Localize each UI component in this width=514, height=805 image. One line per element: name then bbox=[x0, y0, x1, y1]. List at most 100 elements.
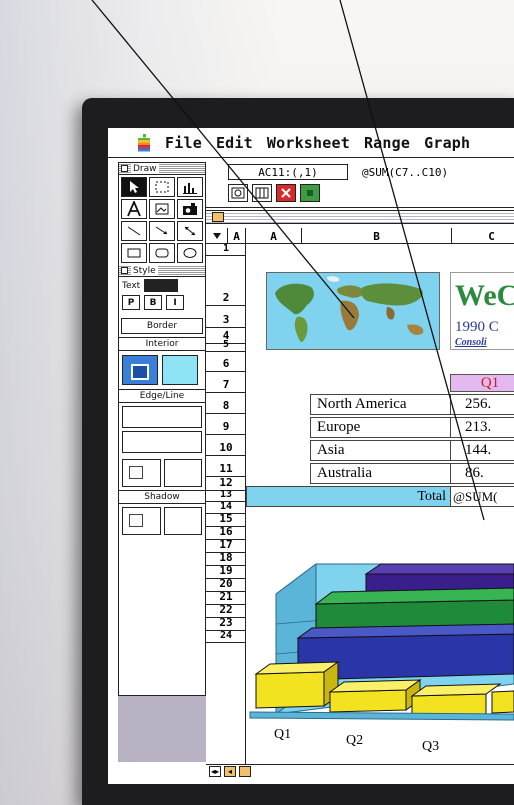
style-palette-title[interactable]: Style bbox=[119, 265, 205, 277]
desktop-area bbox=[118, 696, 206, 762]
bar-q3-yellow[interactable] bbox=[411, 693, 487, 717]
row-number[interactable]: 3 bbox=[206, 306, 246, 328]
table-row[interactable]: Asia 144. bbox=[310, 440, 514, 461]
table-row[interactable]: Australia 86. bbox=[310, 463, 514, 484]
total-formula-cell[interactable]: @SUM( bbox=[450, 486, 514, 507]
table-row[interactable]: Europe 213. bbox=[310, 417, 514, 438]
border-button[interactable]: Border bbox=[121, 318, 203, 334]
italic-button[interactable]: I bbox=[166, 295, 184, 310]
grid-icon-button[interactable] bbox=[252, 184, 272, 202]
arrow-tool[interactable] bbox=[121, 177, 147, 197]
row-number[interactable]: 7 bbox=[206, 372, 246, 393]
draw-palette-title[interactable]: Draw bbox=[119, 163, 205, 175]
shadow-pair bbox=[119, 504, 205, 538]
menu-range[interactable]: Range bbox=[357, 134, 417, 152]
interior-color-swatch[interactable] bbox=[162, 355, 198, 385]
row-number[interactable]: 2 bbox=[206, 256, 246, 306]
split-pane-icon[interactable]: ◂▸ bbox=[209, 766, 221, 777]
scroll-left-icon[interactable]: ◂ bbox=[224, 766, 236, 777]
column-header-a-narrow[interactable]: A bbox=[228, 228, 246, 244]
apple-icon[interactable] bbox=[130, 128, 158, 158]
marquee-tool[interactable] bbox=[149, 177, 175, 197]
triangle-down-icon bbox=[212, 233, 221, 239]
double-arrow-tool[interactable] bbox=[177, 221, 203, 241]
worksheet[interactable]: WeC 1990 C Consoli Q1 North America 256.… bbox=[246, 244, 514, 764]
scroll-thumb-icon[interactable] bbox=[239, 766, 251, 777]
bar-q2-yellow[interactable] bbox=[329, 689, 407, 713]
horizontal-scrollbar[interactable] bbox=[206, 210, 514, 224]
row-number[interactable]: 11 bbox=[206, 456, 246, 477]
formula-toolbar: AC11:(,1) @SUM(C7..C10) bbox=[206, 162, 514, 208]
rectangle-tool[interactable] bbox=[121, 243, 147, 263]
edge-line-swatch[interactable] bbox=[122, 406, 202, 428]
region-name[interactable]: North America bbox=[310, 394, 450, 415]
x-tick-q3: Q3 bbox=[422, 739, 439, 754]
column-corner[interactable] bbox=[206, 228, 228, 244]
line-tool[interactable] bbox=[121, 221, 147, 241]
picture-tool[interactable] bbox=[149, 199, 175, 219]
line-style-swatch[interactable] bbox=[122, 431, 202, 453]
scroll-thumb[interactable] bbox=[212, 212, 224, 222]
oval-icon bbox=[183, 248, 197, 258]
total-row[interactable]: Total @SUM( bbox=[246, 486, 514, 507]
world-map-icon bbox=[267, 273, 439, 349]
text-tool[interactable] bbox=[121, 199, 147, 219]
row-number[interactable]: 1 bbox=[206, 243, 246, 256]
shadow-pattern-icon[interactable] bbox=[122, 507, 161, 535]
tool-palette: Draw Style Text P B I Border Interior Ed… bbox=[118, 162, 206, 696]
row-number[interactable]: 8 bbox=[206, 393, 246, 414]
menu-file[interactable]: File bbox=[158, 134, 209, 152]
row-number[interactable]: 9 bbox=[206, 414, 246, 435]
column-header-c[interactable]: C bbox=[452, 228, 514, 244]
world-map-image bbox=[266, 272, 440, 350]
plain-button[interactable]: P bbox=[122, 295, 140, 310]
confirm-button[interactable] bbox=[300, 184, 320, 202]
formula-bar[interactable]: @SUM(C7..C10) bbox=[362, 164, 512, 180]
column-header-a[interactable]: A bbox=[246, 228, 302, 244]
cell-reference-box[interactable]: AC11:(,1) bbox=[228, 164, 348, 180]
text-color-swatch[interactable] bbox=[144, 279, 179, 292]
edge-pattern-icon[interactable] bbox=[122, 459, 161, 487]
camera-tool[interactable] bbox=[177, 199, 203, 219]
cancel-button[interactable] bbox=[276, 184, 296, 202]
menu-edit[interactable]: Edit bbox=[209, 134, 260, 152]
arrow-line-tool[interactable] bbox=[149, 221, 175, 241]
chart-tool[interactable] bbox=[177, 177, 203, 197]
rounded-rect-tool[interactable] bbox=[149, 243, 175, 263]
close-box-icon[interactable] bbox=[121, 165, 128, 172]
bar-q1-yellow[interactable] bbox=[255, 671, 325, 709]
row-number[interactable]: 10 bbox=[206, 435, 246, 456]
region-name[interactable]: Europe bbox=[310, 417, 450, 438]
q1-column-header[interactable]: Q1 bbox=[450, 374, 514, 392]
interior-pattern-swatch[interactable] bbox=[122, 355, 158, 385]
row-number[interactable]: 5 bbox=[206, 339, 246, 352]
title-consolidated: Consoli bbox=[455, 337, 487, 348]
row-number[interactable]: 24 bbox=[206, 630, 246, 643]
interior-label: Interior bbox=[119, 337, 205, 351]
bar-q4-yellow[interactable] bbox=[491, 690, 514, 714]
region-name[interactable]: Asia bbox=[310, 440, 450, 461]
region-name[interactable]: Australia bbox=[310, 463, 450, 484]
title-heading: WeC bbox=[455, 279, 514, 312]
menu-graph[interactable]: Graph bbox=[417, 134, 477, 152]
double-arrow-icon bbox=[184, 226, 196, 236]
region-value[interactable]: 256. bbox=[450, 394, 514, 415]
menu-worksheet[interactable]: Worksheet bbox=[260, 134, 357, 152]
edge-pair bbox=[119, 456, 205, 490]
region-value[interactable]: 213. bbox=[450, 417, 514, 438]
table-row[interactable]: North America 256. bbox=[310, 394, 514, 415]
bottom-scrollbar[interactable]: ◂▸ ◂ bbox=[206, 764, 514, 778]
oval-tool[interactable] bbox=[177, 243, 203, 263]
sheet-icon-button[interactable] bbox=[228, 184, 248, 202]
close-box-icon[interactable] bbox=[121, 267, 128, 274]
row-number[interactable]: 6 bbox=[206, 352, 246, 372]
total-label[interactable]: Total bbox=[246, 486, 450, 507]
style-controls: Text P B I bbox=[119, 277, 205, 315]
column-header-b[interactable]: B bbox=[302, 228, 452, 244]
bold-button[interactable]: B bbox=[144, 295, 162, 310]
edge-color-swatch[interactable] bbox=[163, 459, 202, 487]
region-value[interactable]: 86. bbox=[450, 463, 514, 484]
region-value[interactable]: 144. bbox=[450, 440, 514, 461]
shadow-color-swatch[interactable] bbox=[163, 507, 202, 535]
3d-bar-chart[interactable]: Q1 Q2 Q3 bbox=[246, 534, 514, 764]
